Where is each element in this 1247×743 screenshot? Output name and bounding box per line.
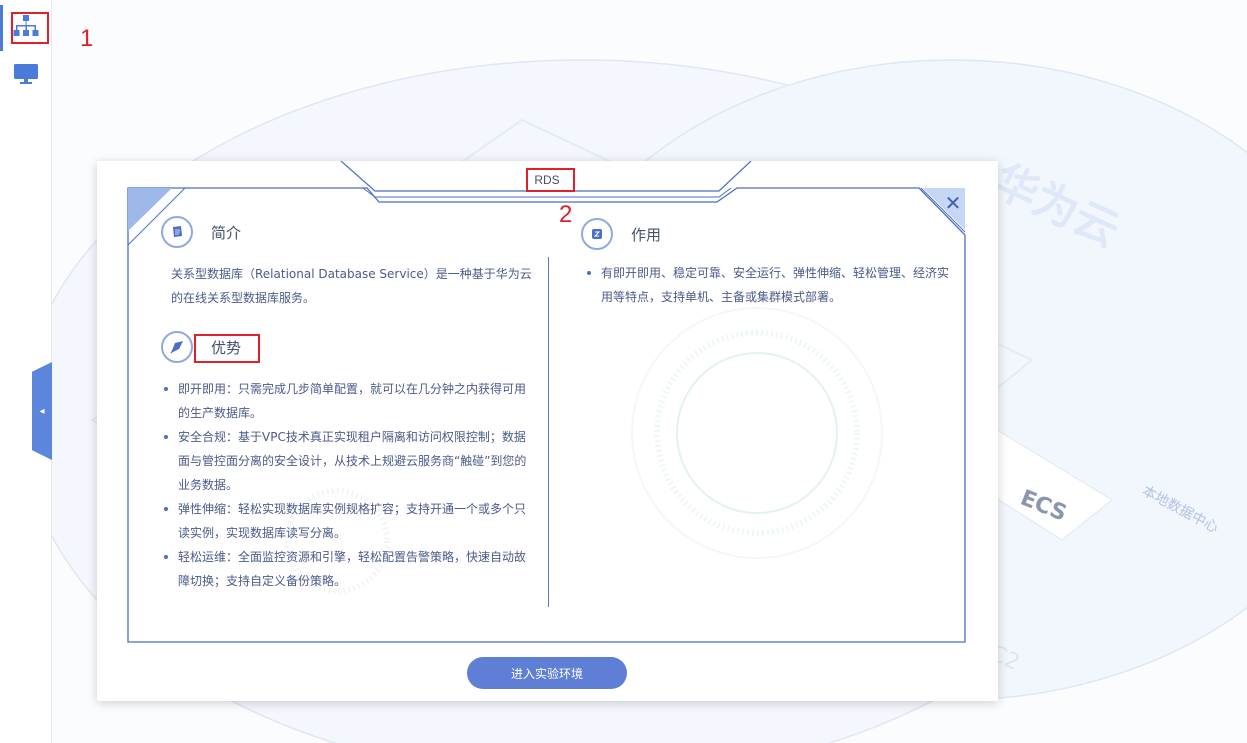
close-icon: ✕ <box>944 191 962 215</box>
collapse-arrow-icon: ◂ <box>39 405 45 417</box>
intro-header: 简介 <box>161 216 241 248</box>
intro-heading: 简介 <box>211 223 242 242</box>
usage-item: 有即开即用、稳定可靠、安全运行、弹性伸缩、轻松管理、经济实用等特点，支持单机、主… <box>587 261 951 309</box>
screen: ECS 本地数据中心 华为云 C2 1 ◂ RDS 2 ✕ 简介 关系型数据库（… <box>0 0 1247 743</box>
book-icon <box>161 216 193 248</box>
annotation-box-1 <box>11 12 49 44</box>
collapse-panel-button[interactable]: ◂ <box>32 362 52 460</box>
enter-lab-button[interactable]: 进入实验环境 <box>467 657 627 689</box>
advantage-item: 弹性伸缩：轻松实现数据库实例规格扩容；支持开通一个或多个只读实例，实现数据库读写… <box>164 497 528 545</box>
dialog-title: RDS <box>534 173 560 187</box>
function-icon <box>581 218 613 250</box>
close-button[interactable]: ✕ <box>941 191 965 215</box>
usage-header: 作用 <box>581 218 661 250</box>
annotation-label-1: 1 <box>80 25 94 52</box>
monitor-button[interactable] <box>0 51 52 101</box>
monitor-icon <box>13 62 39 90</box>
advantages-list: 即开即用：只需完成几步简单配置，就可以在几分钟之内获得可用的生产数据库。 安全合… <box>164 377 528 593</box>
annotation-label-2: 2 <box>559 201 573 228</box>
usage-heading: 作用 <box>631 225 662 244</box>
rds-info-dialog: RDS 2 ✕ 简介 关系型数据库（Relational Database Se… <box>97 161 998 701</box>
advantage-item: 轻松运维：全面监控资源和引擎，轻松配置告警策略，快速自动故障切换；支持自定义备份… <box>164 545 528 593</box>
usage-list: 有即开即用、稳定可靠、安全运行、弹性伸缩、轻松管理、经济实用等特点，支持单机、主… <box>587 261 951 309</box>
advantage-item: 安全合规：基于VPC技术真正实现租户隔离和访问权限控制；数据面与管控面分离的安全… <box>164 425 528 497</box>
rocket-icon <box>161 331 193 363</box>
advantage-item: 即开即用：只需完成几步简单配置，就可以在几分钟之内获得可用的生产数据库。 <box>164 377 528 425</box>
intro-text: 关系型数据库（Relational Database Service）是一种基于… <box>171 267 532 305</box>
column-divider <box>548 257 549 607</box>
annotation-box-3 <box>194 334 260 363</box>
